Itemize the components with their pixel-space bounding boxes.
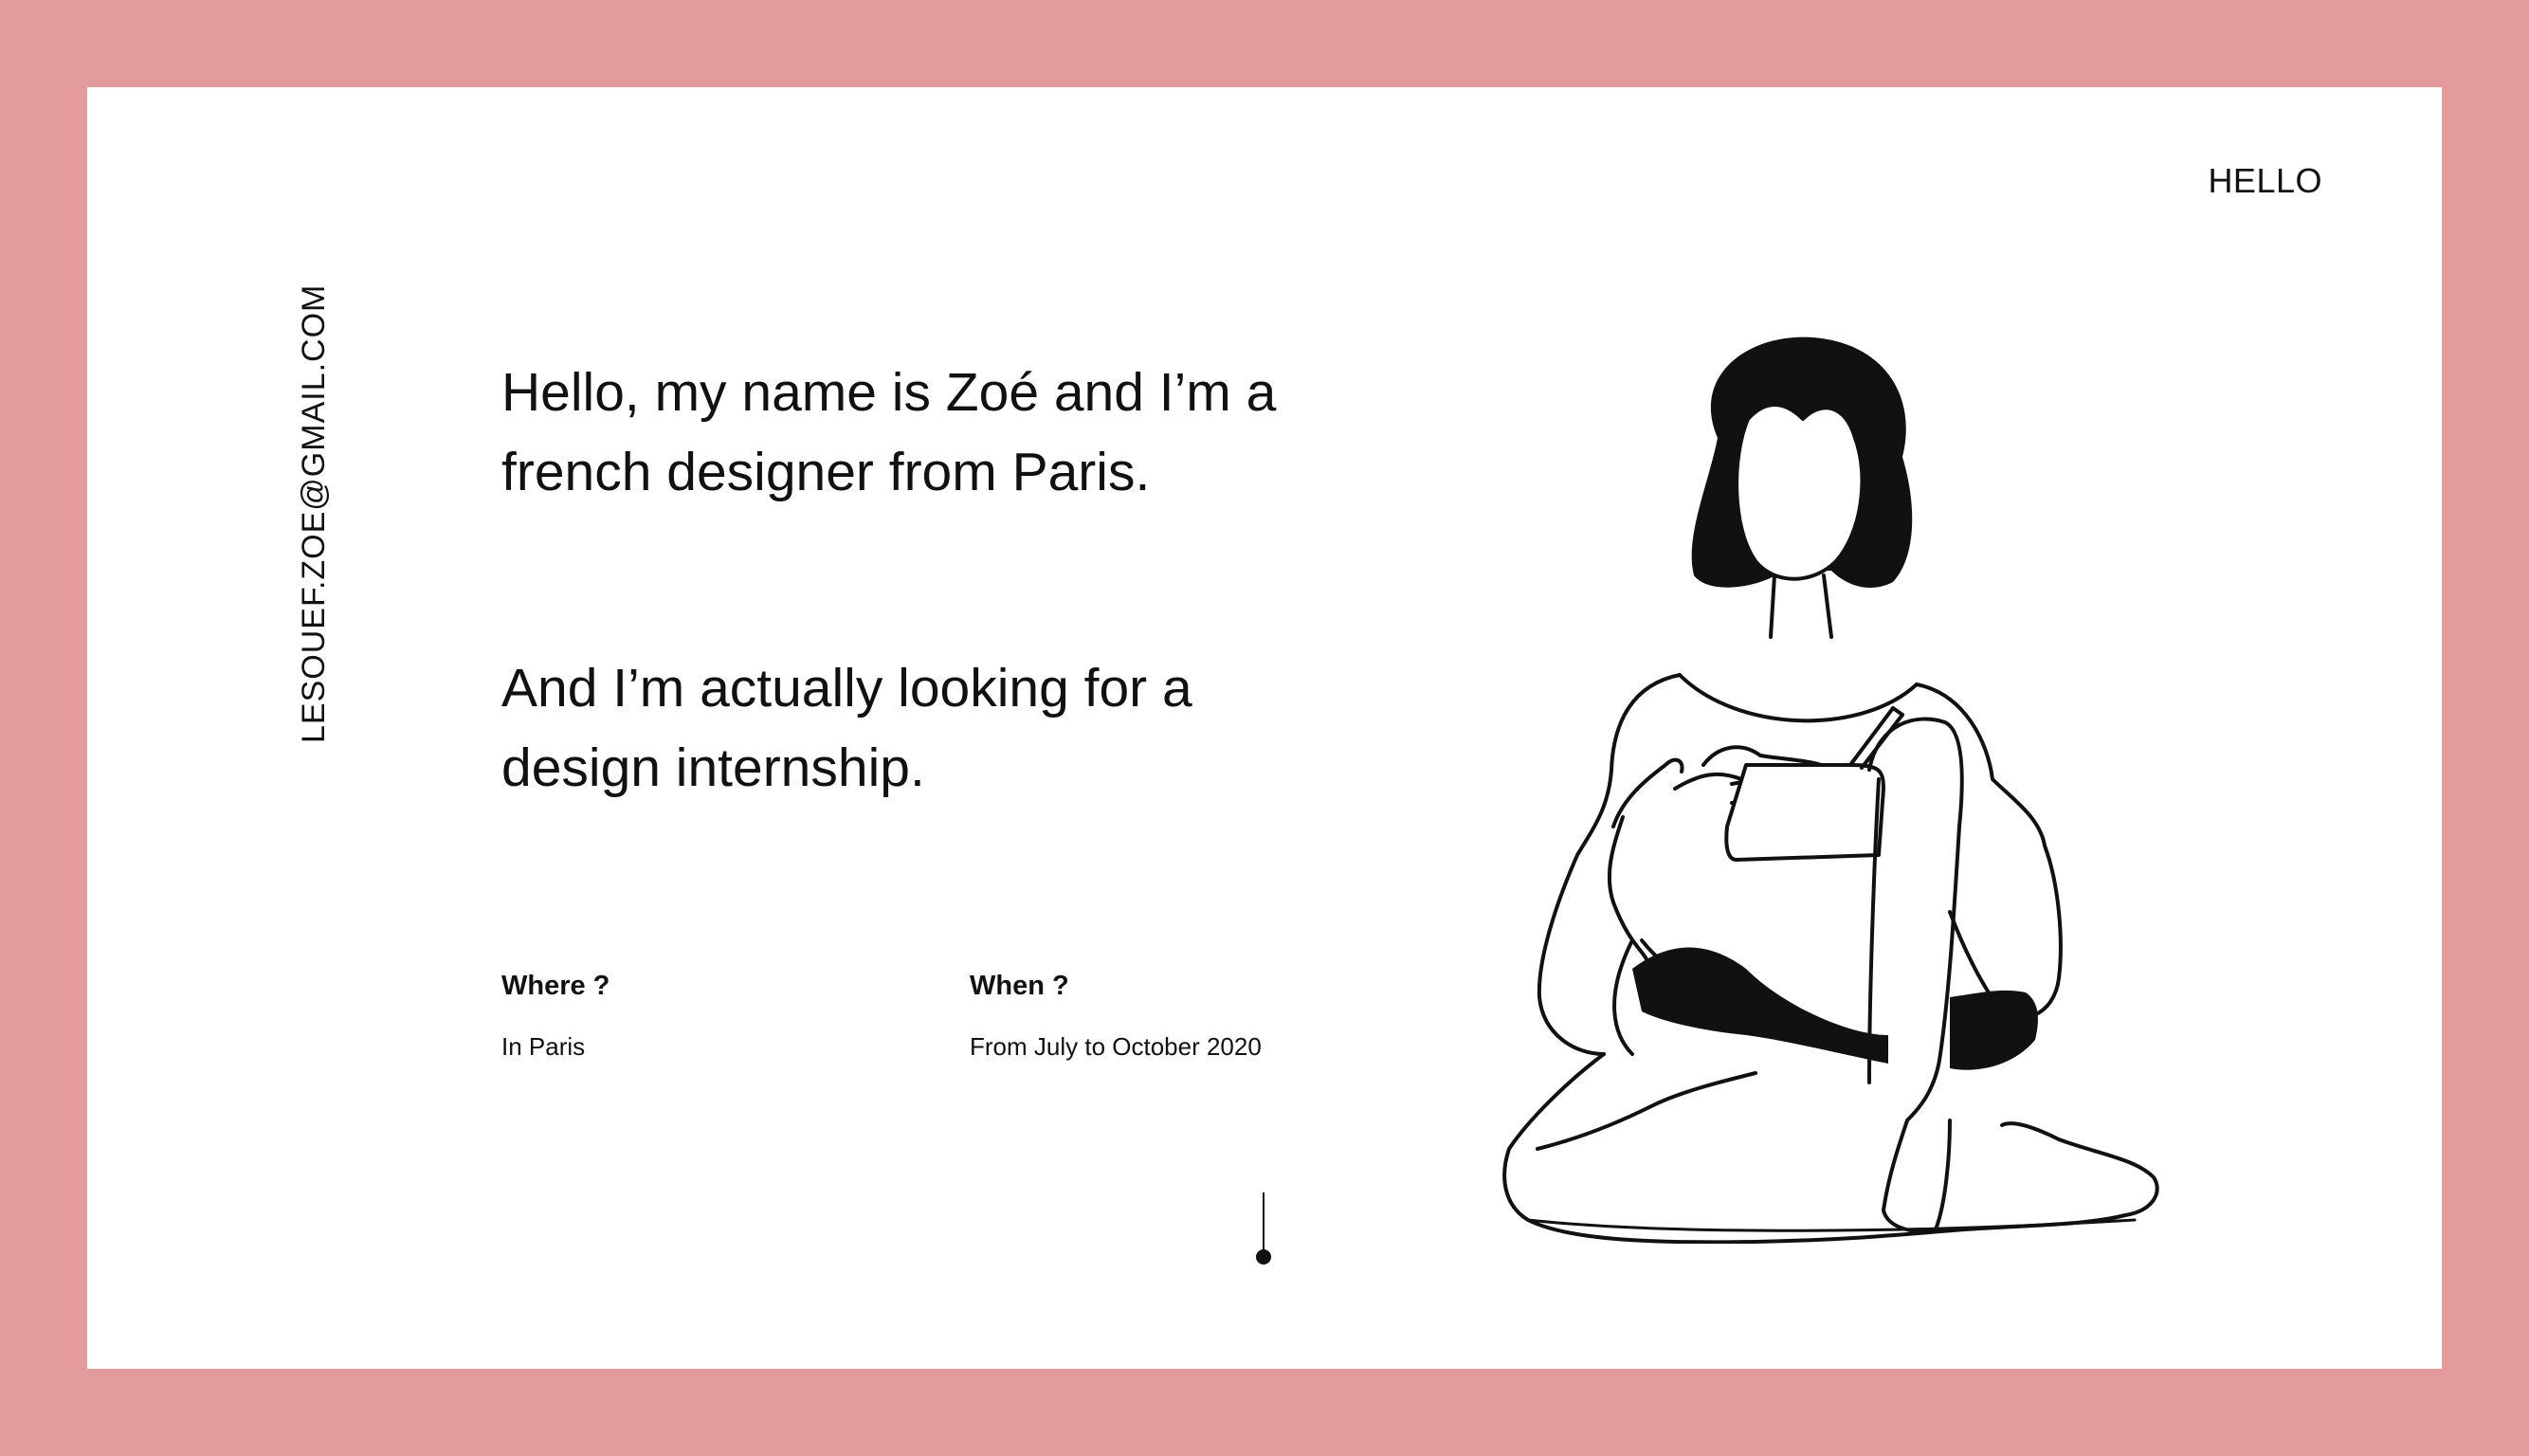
main-card: LESOUEF.ZOE@GMAIL.COM HELLO Hello, my na… <box>87 87 2442 1369</box>
when-label: When ? <box>970 971 1069 1001</box>
intro-text: Hello, my name is Zoé and I’m a french d… <box>501 362 1277 502</box>
where-label: Where ? <box>501 971 610 1001</box>
internship-text: And I’m actually looking for a design in… <box>501 658 1192 798</box>
where-block: Where ? In Paris <box>501 971 610 1062</box>
when-block: When ? From July to October 2020 <box>970 971 1262 1062</box>
nav-hello-link[interactable]: HELLO <box>2208 161 2322 201</box>
scroll-down-indicator-icon[interactable] <box>1249 1192 1278 1268</box>
woman-sketching-illustration <box>1502 337 2159 1244</box>
when-value: From July to October 2020 <box>970 1032 1262 1061</box>
where-value: In Paris <box>501 1032 586 1061</box>
email-link[interactable]: LESOUEF.ZOE@GMAIL.COM <box>296 284 333 743</box>
